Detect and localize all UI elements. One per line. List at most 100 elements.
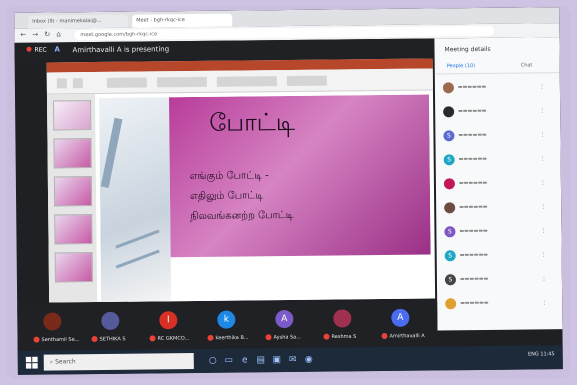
slide-title: போட்டி	[209, 107, 296, 137]
mic-muted-icon	[265, 334, 272, 341]
more-options-icon[interactable]: ⋮	[539, 83, 545, 90]
taskbar-search-input[interactable]: ⌕ Search	[43, 353, 194, 371]
participant-tile[interactable]: k keerthika B...	[199, 308, 255, 345]
more-options-icon[interactable]: ⋮	[541, 299, 547, 306]
font-group	[106, 77, 147, 88]
slide-decorative-art	[99, 97, 172, 302]
participant-row[interactable]: S ▬▬▬▬▬▬ ⋮	[444, 273, 557, 288]
task-switch-icon[interactable]: ▭	[224, 355, 234, 367]
file-explorer-icon[interactable]: ▤	[256, 354, 266, 366]
more-options-icon[interactable]: ⋮	[541, 251, 547, 258]
editing-group	[286, 75, 327, 87]
participant-tile[interactable]: Reshma S	[315, 307, 371, 344]
participant-tile[interactable]: A Aysha Sa...	[257, 308, 313, 345]
windows-start-icon[interactable]	[25, 356, 38, 369]
participant-avatar: I	[159, 311, 178, 330]
more-options-icon[interactable]: ⋮	[539, 107, 545, 114]
more-options-icon[interactable]: ⋮	[540, 227, 546, 234]
presenting-text: Amirthavalli A is presenting	[72, 45, 170, 55]
participant-row[interactable]: ▬▬▬▬▬▬ ⋮	[445, 297, 557, 312]
more-options-icon[interactable]: ⋮	[540, 179, 546, 186]
participant-avatar: S	[444, 226, 456, 238]
participant-name: Amirthavalli A	[381, 332, 425, 340]
store-icon[interactable]: ▣	[272, 354, 282, 366]
participant-avatar	[444, 202, 456, 214]
participant-avatar	[333, 309, 352, 328]
slide-thumbnail	[53, 138, 92, 169]
slide-content: போட்டி எங்கும் போட்டி - எதிலும் போட்டி ந…	[169, 94, 431, 258]
participant-avatar	[443, 106, 455, 118]
participant-name-text: Aysha Sa...	[273, 334, 302, 341]
paragraph-group	[156, 76, 207, 88]
participant-name-blurred: ▬▬▬▬▬▬	[459, 251, 489, 259]
slide-thumbnail	[54, 252, 93, 283]
presenter-avatar: A	[54, 45, 60, 54]
participant-tile[interactable]: SETHIKA S	[83, 310, 139, 347]
participant-row[interactable]: S ▬▬▬▬▬▬ ⋮	[443, 153, 556, 168]
participant-name-text: Senthamil Se...	[41, 336, 80, 344]
participant-name-text: SETHIKA S	[99, 336, 126, 343]
tab-people[interactable]: People (10)	[447, 63, 476, 69]
participant-row[interactable]: S ▬▬▬▬▬▬ ⋮	[444, 249, 557, 264]
participant-name: keerthika B...	[207, 334, 249, 342]
participant-avatar	[442, 82, 454, 94]
slide-art-shape	[115, 249, 160, 269]
mail-icon[interactable]: ✉	[288, 354, 298, 366]
slide-art-shape	[115, 229, 160, 249]
chrome-icon[interactable]: ◉	[304, 354, 314, 366]
participant-row[interactable]: S ▬▬▬▬▬▬ ⋮	[444, 225, 556, 240]
drawing-group	[216, 76, 277, 87]
tab-chat[interactable]: Chat	[521, 62, 533, 68]
participant-row[interactable]: ▬▬▬▬▬▬ ⋮	[444, 201, 556, 216]
participant-name-blurred: ▬▬▬▬▬▬	[458, 131, 487, 139]
monitor-screen: Inbox (9) - manimekalai@... Meet - bgh-r…	[14, 7, 563, 375]
back-icon[interactable]: ←	[20, 31, 26, 39]
participant-tile[interactable]: A Amirthavalli A	[373, 307, 429, 344]
participant-name: SETHIKA S	[91, 336, 126, 343]
mic-muted-icon	[323, 333, 330, 340]
reload-icon[interactable]: ↻	[44, 30, 50, 38]
slide-line: நிலவங்கனற்ற போட்டி	[190, 209, 294, 223]
home-icon[interactable]: ⌂	[56, 30, 61, 38]
participant-name-blurred: ▬▬▬▬▬▬	[458, 107, 487, 115]
slide-thumbnails	[46, 94, 98, 303]
participant-row[interactable]: ▬▬▬▬▬▬ ⋮	[442, 81, 555, 96]
participant-name-text: Reshma S	[331, 333, 357, 341]
participant-row[interactable]: ▬▬▬▬▬▬ ⋮	[443, 105, 555, 120]
more-options-icon[interactable]: ⋮	[540, 203, 546, 210]
participant-row[interactable]: ▬▬▬▬▬▬ ⋮	[443, 177, 556, 192]
edge-browser-icon[interactable]: e	[240, 354, 250, 366]
participant-name: Aysha Sa...	[265, 334, 301, 341]
participant-name: Senthamil Se...	[33, 336, 80, 344]
participant-avatar	[445, 298, 457, 310]
participant-name: RC GKMCO...	[149, 335, 189, 342]
participant-name-text: keerthika B...	[215, 334, 249, 342]
more-options-icon[interactable]: ⋮	[541, 275, 547, 282]
forward-icon[interactable]: →	[32, 31, 38, 39]
participant-avatar: A	[275, 309, 294, 329]
browser-tab-inbox[interactable]: Inbox (9) - manimekalai@...	[28, 14, 129, 29]
participant-tile[interactable]: Senthamil Se...	[25, 310, 81, 347]
more-options-icon[interactable]: ⋮	[540, 155, 546, 162]
participant-name-blurred: ▬▬▬▬▬▬	[458, 155, 488, 163]
powerpoint-ribbon	[46, 68, 433, 95]
mic-muted-icon	[381, 332, 388, 340]
participant-name-blurred: ▬▬▬▬▬▬	[459, 227, 488, 235]
participant-name-blurred: ▬▬▬▬▬▬	[459, 203, 488, 211]
system-tray: ENG 11:45	[527, 351, 555, 358]
current-slide: போட்டி எங்கும் போட்டி - எதிலும் போட்டி ந…	[99, 94, 432, 302]
mic-muted-icon	[91, 336, 98, 343]
participant-tile[interactable]: I RC GKMCO...	[141, 309, 197, 346]
participant-name-blurred: ▬▬▬▬▬▬	[458, 179, 488, 187]
participant-avatar	[443, 178, 455, 190]
participant-avatar: S	[444, 250, 456, 262]
participant-row[interactable]: S ▬▬▬▬▬▬ ⋮	[443, 129, 555, 144]
recording-indicator: REC	[26, 46, 47, 54]
browser-tab-meet[interactable]: Meet - bgh-rkqc-ice	[132, 13, 233, 28]
record-icon	[26, 46, 32, 52]
more-options-icon[interactable]: ⋮	[539, 131, 545, 138]
participant-avatar: k	[217, 310, 236, 329]
task-view-icon[interactable]: ○	[208, 355, 218, 367]
slide-art-shape	[100, 117, 123, 188]
slide-thumbnail	[53, 176, 93, 207]
